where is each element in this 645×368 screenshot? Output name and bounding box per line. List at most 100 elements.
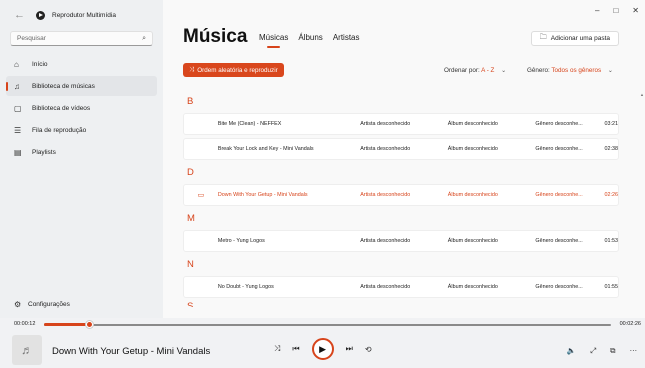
window-controls: – □ ✕	[595, 6, 639, 15]
song-artist[interactable]: Artista desconhecido	[360, 238, 448, 244]
letter-header[interactable]: D	[183, 163, 619, 184]
seek-track[interactable]	[44, 324, 611, 326]
song-row[interactable]: Break Your Lock and Key - Mini Vandals A…	[183, 138, 619, 160]
sidebar-item-label: Playlists	[32, 148, 56, 156]
song-duration: 01:53	[604, 238, 618, 244]
scroll-up-arrow-icon[interactable]: ▲	[640, 92, 644, 97]
album-art-placeholder[interactable]: ♬	[12, 335, 42, 365]
more-options-icon[interactable]: ⋯	[630, 346, 638, 356]
volume-icon[interactable]: 🔈	[567, 346, 576, 356]
add-folder-label: Adicionar uma pasta	[550, 35, 610, 42]
song-album[interactable]: Álbum desconhecido	[448, 121, 536, 127]
settings-label: Configurações	[28, 301, 70, 308]
song-genre: Gênero desconhe...	[535, 121, 583, 127]
search-input[interactable]	[17, 35, 143, 42]
gear-icon: ⚙	[14, 300, 22, 309]
sort-dropdown[interactable]: Ordenar por: A - Z ⌄	[444, 67, 506, 74]
sidebar-item-play-queue[interactable]: ☰ Fila de reprodução	[6, 120, 157, 140]
playback-controls: ⤨ ⏮ ▶ ⏭ ⟲	[274, 338, 372, 360]
mini-player-icon[interactable]: ⧉	[610, 346, 615, 356]
repeat-icon[interactable]: ⟲	[365, 345, 372, 354]
minimize-button[interactable]: –	[595, 6, 599, 15]
genre-label: Gênero:	[527, 67, 550, 74]
title-bar: ← Reprodutor Multimídia	[0, 0, 163, 30]
song-title: Metro - Yung Logos	[217, 238, 265, 244]
seek-handle[interactable]	[86, 321, 93, 328]
tab-songs[interactable]: Músicas	[259, 33, 288, 48]
video-icon: ▢	[14, 103, 22, 113]
letter-header[interactable]: S	[183, 301, 619, 308]
back-arrow-icon[interactable]: ←	[14, 9, 30, 21]
player-bar: ♬ Down With Your Getup - Mini Vandals ⤨ …	[0, 332, 645, 368]
song-artist[interactable]: Artista desconhecido	[360, 121, 448, 127]
genre-value: Todos os gêneros	[551, 67, 602, 74]
queue-icon: ☰	[14, 125, 22, 135]
sidebar-item-label: Biblioteca de músicas	[32, 82, 95, 90]
shuffle-label: Ordem aleatória e reproduzir	[197, 66, 278, 74]
song-artist[interactable]: Artista desconhecido	[360, 192, 448, 198]
song-genre: Gênero desconhe...	[535, 238, 583, 244]
seek-progress	[44, 323, 89, 326]
song-list: B Bite Me (Clean) - NEFFEX Artista desco…	[183, 92, 619, 307]
song-album[interactable]: Álbum desconhecido	[448, 146, 536, 152]
now-playing-icon: ▭	[197, 192, 205, 199]
seek-bar-area: 00:00:12 00:02:26	[0, 318, 645, 332]
add-folder-button[interactable]: 🗀 Adicionar uma pasta	[530, 31, 619, 46]
sort-value: A - Z	[481, 67, 495, 74]
song-artist[interactable]: Artista desconhecido	[360, 146, 448, 152]
tab-albums[interactable]: Álbuns	[298, 33, 322, 48]
song-duration: 02:38	[604, 146, 618, 152]
sort-label: Ordenar por:	[444, 67, 480, 74]
media-player-window: ← Reprodutor Multimídia ⌕ ⌂ Início ♫ Bib…	[0, 0, 645, 368]
song-album[interactable]: Álbum desconhecido	[448, 284, 536, 290]
search-box[interactable]: ⌕	[10, 31, 153, 46]
song-row[interactable]: Metro - Yung Logos Artista desconhecido …	[183, 230, 619, 252]
letter-header[interactable]: B	[183, 92, 619, 113]
fullscreen-icon[interactable]: ⤢	[590, 346, 596, 356]
shuffle-and-play-button[interactable]: ⤨ Ordem aleatória e reproduzir	[183, 63, 284, 77]
sidebar-item-label: Início	[32, 60, 48, 68]
chevron-down-icon: ⌄	[607, 68, 613, 74]
search-icon[interactable]: ⌕	[142, 35, 146, 43]
sidebar-nav: ⌂ Início ♫ Biblioteca de músicas ▢ Bibli…	[6, 54, 157, 164]
song-album[interactable]: Álbum desconhecido	[448, 238, 536, 244]
song-row[interactable]: Bite Me (Clean) - NEFFEX Artista desconh…	[183, 113, 619, 135]
song-genre: Gênero desconhe...	[535, 284, 583, 290]
previous-icon[interactable]: ⏮	[292, 344, 299, 354]
song-album[interactable]: Álbum desconhecido	[448, 192, 536, 198]
next-icon[interactable]: ⏭	[346, 344, 353, 354]
play-icon: ▶	[319, 343, 327, 354]
sidebar-item-video-library[interactable]: ▢ Biblioteca de vídeos	[6, 98, 157, 118]
tab-bar: Músicas Álbuns Artistas	[259, 33, 359, 48]
song-genre: Gênero desconhe...	[535, 146, 583, 152]
close-button[interactable]: ✕	[632, 6, 639, 15]
page-title: Música	[183, 26, 248, 47]
sidebar-item-music-library[interactable]: ♫ Biblioteca de músicas	[6, 76, 157, 96]
elapsed-time: 00:00:12	[14, 321, 36, 327]
song-title: Break Your Lock and Key - Mini Vandals	[217, 146, 314, 152]
main-content: – □ ✕ Música Músicas Álbuns Artistas 🗀 A…	[163, 0, 645, 318]
genre-dropdown[interactable]: Gênero: Todos os gêneros ⌄	[527, 67, 613, 74]
song-title: No Doubt - Yung Logos	[217, 284, 274, 290]
song-title: Down With Your Getup - Mini Vandals	[217, 192, 308, 198]
shuffle-icon[interactable]: ⤨	[274, 344, 280, 354]
play-button[interactable]: ▶	[311, 338, 334, 360]
song-row-now-playing[interactable]: ▭ Down With Your Getup - Mini Vandals Ar…	[183, 184, 619, 206]
chevron-down-icon: ⌄	[501, 68, 507, 74]
song-artist[interactable]: Artista desconhecido	[360, 284, 448, 290]
player-extra-controls: 🔈 ⤢ ⧉ ⋯	[567, 346, 637, 356]
sidebar-item-playlists[interactable]: ▤ Playlists	[6, 142, 157, 162]
tab-artists[interactable]: Artistas	[333, 33, 360, 48]
sidebar-item-home[interactable]: ⌂ Início	[6, 54, 157, 74]
maximize-button[interactable]: □	[613, 6, 618, 15]
song-row[interactable]: No Doubt - Yung Logos Artista desconheci…	[183, 276, 619, 298]
song-title: Bite Me (Clean) - NEFFEX	[217, 121, 282, 127]
app-title: Reprodutor Multimídia	[52, 11, 116, 19]
song-duration: 01:55	[604, 284, 618, 290]
now-playing-title[interactable]: Down With Your Getup - Mini Vandals	[52, 346, 210, 357]
total-time: 00:02:26	[619, 321, 641, 327]
letter-header[interactable]: M	[183, 209, 619, 230]
settings-button[interactable]: ⚙ Configurações	[14, 300, 70, 309]
letter-header[interactable]: N	[183, 255, 619, 276]
folder-add-icon: 🗀	[539, 34, 547, 41]
